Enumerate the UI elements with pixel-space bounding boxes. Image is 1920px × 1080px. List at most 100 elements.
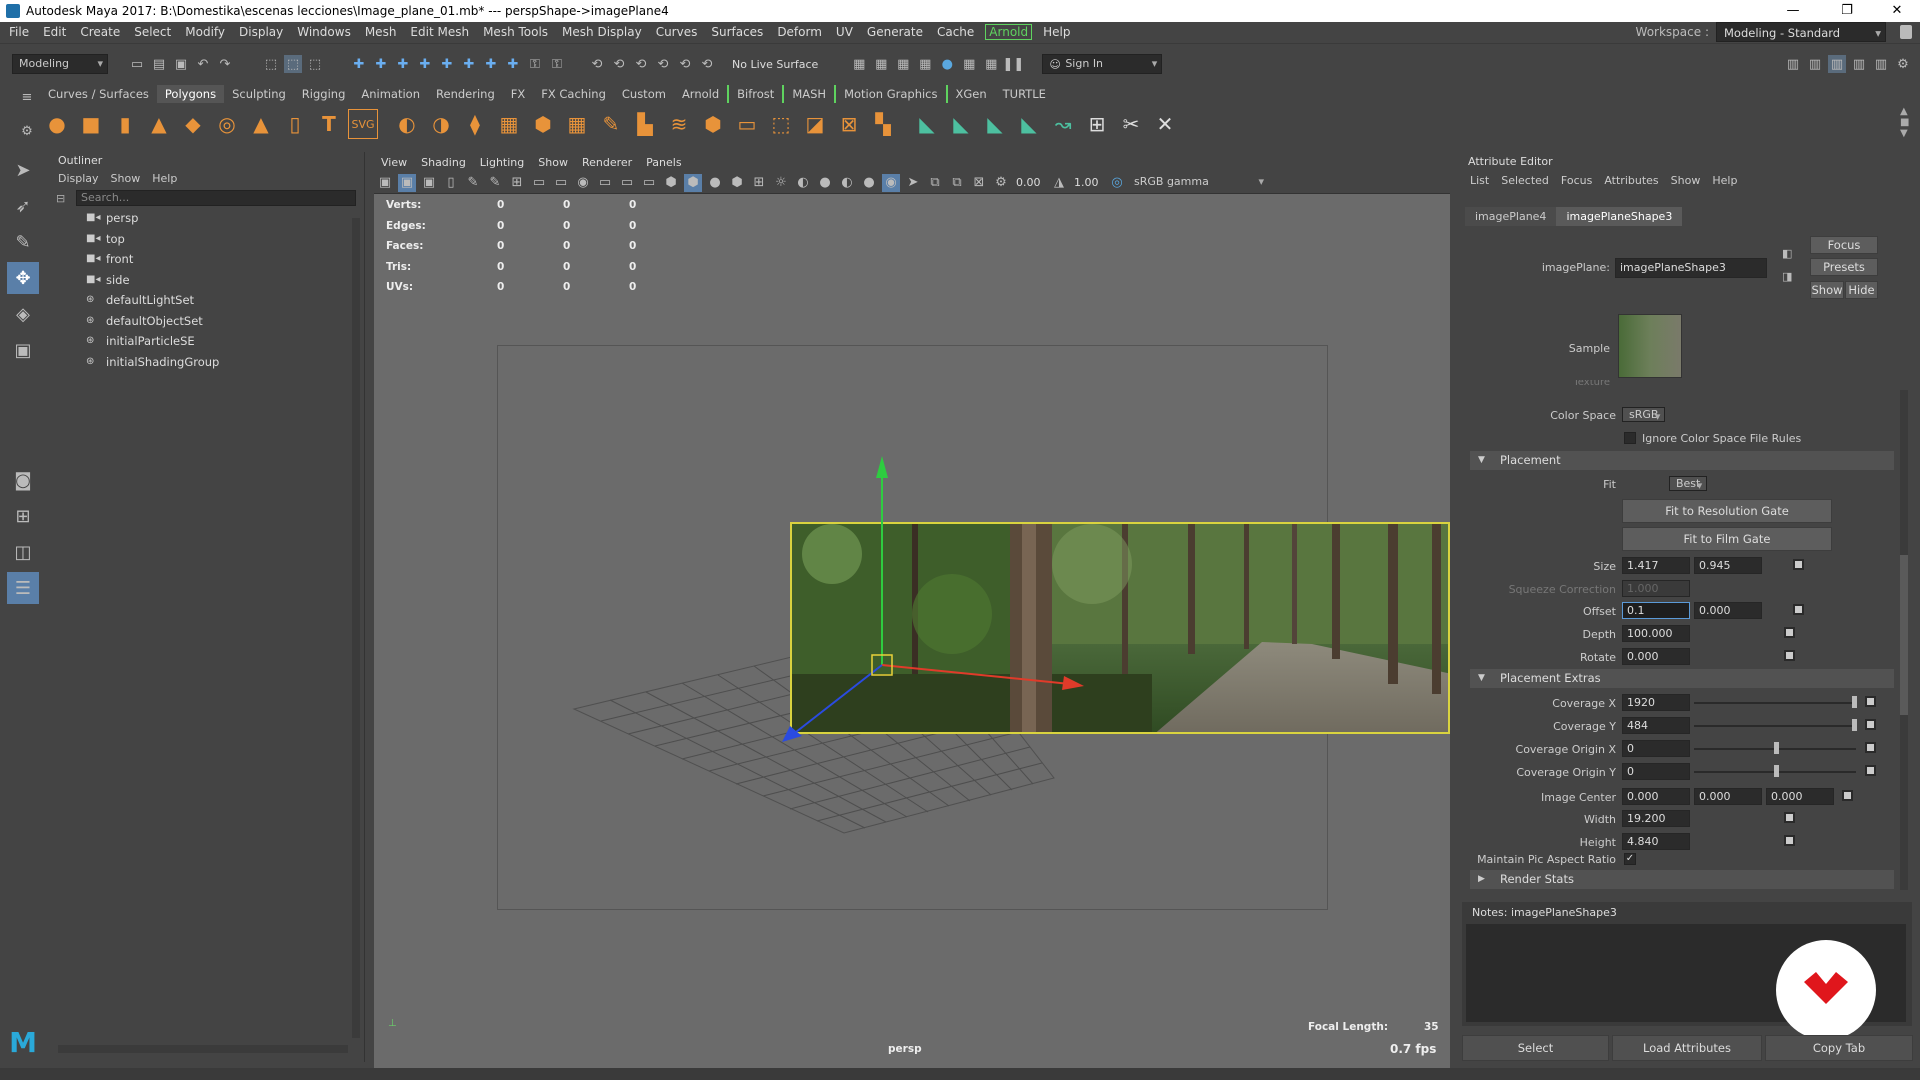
menu-mesh-display[interactable]: Mesh Display [555, 22, 649, 42]
load-attributes-button[interactable]: Load Attributes [1612, 1035, 1762, 1061]
safe-action-icon[interactable]: ▭ [618, 174, 636, 192]
shelf-tab-animation[interactable]: Animation [353, 85, 428, 103]
checker-icon[interactable]: ⊞ [1082, 109, 1112, 139]
magnet-icon[interactable]: ⟲ [676, 55, 694, 73]
safe-title-icon[interactable]: ▭ [640, 174, 658, 192]
menu-arnold[interactable]: Arnold [985, 24, 1033, 40]
gate-mask-icon[interactable]: ◉ [574, 174, 592, 192]
shelf-settings-icon[interactable]: ⚙ [18, 122, 36, 140]
coverage-origin-x-field[interactable]: 0 [1622, 740, 1690, 757]
attr-menu-attributes[interactable]: Attributes [1598, 174, 1664, 187]
new-scene-icon[interactable]: ▭ [128, 55, 146, 73]
wireframe-icon[interactable]: ⬢ [662, 174, 680, 192]
attr-menu-focus[interactable]: Focus [1555, 174, 1598, 187]
shelf-tab-fx[interactable]: FX [503, 85, 534, 103]
snap-grid-icon[interactable]: ✚ [350, 55, 368, 73]
smooth-shade-icon[interactable]: ⬢ [684, 173, 702, 192]
select-hierarchy-icon[interactable]: ⬚ [262, 55, 280, 73]
symmetry-icon[interactable]: ⚿ [548, 55, 566, 73]
copy-node-icon[interactable]: ◨ [1782, 270, 1792, 283]
gamma-icon[interactable]: ◮ [1050, 174, 1068, 192]
coverage-origin-y-knob[interactable] [1774, 765, 1779, 777]
coverage-origin-y-field[interactable]: 0 [1622, 763, 1690, 780]
rotate-tool-icon[interactable]: ◈ [7, 298, 39, 330]
exposure-field[interactable]: 0.00 [1016, 176, 1044, 189]
color-management-icon[interactable]: ◎ [1108, 174, 1126, 192]
menu-display[interactable]: Display [232, 22, 290, 42]
image-center-z-field[interactable]: 0.000 [1766, 788, 1834, 805]
placement-section[interactable]: Placement [1470, 451, 1894, 470]
maximize-button[interactable]: ❐ [1824, 0, 1870, 22]
shelf-tab-xgen[interactable]: XGen [948, 85, 995, 103]
size-x-field[interactable]: 1.417 [1622, 557, 1690, 574]
bridge-icon[interactable]: ▦ [562, 109, 592, 139]
node-name-field[interactable]: imagePlaneShape3 [1615, 258, 1767, 278]
render-stats-section[interactable]: Render Stats [1470, 870, 1894, 889]
sew-uv-icon[interactable]: ✕ [1150, 109, 1180, 139]
focus-button[interactable]: Focus [1810, 236, 1878, 254]
coverage-origin-y-map-icon[interactable] [1865, 765, 1876, 776]
poly-pyramid-icon[interactable]: ▲ [246, 109, 276, 139]
coverage-x-field[interactable]: 1920 [1622, 694, 1690, 711]
outliner-item-initialparticlese[interactable]: ⊛ initialParticleSE [50, 331, 364, 352]
merge-icon[interactable]: ◪ [800, 109, 830, 139]
twod-pan-icon[interactable]: ✎ [464, 174, 482, 192]
shelf-scroll-icon[interactable]: ▲ ■ ▼ [1900, 106, 1909, 139]
bevel-icon[interactable]: ⬢ [528, 109, 558, 139]
construction-history-icon[interactable]: ⟲ [632, 55, 650, 73]
outliner-vscrollbar[interactable] [352, 218, 360, 1038]
rotate-history-icon[interactable]: ⟲ [698, 55, 716, 73]
attr-scroll-thumb[interactable] [1900, 555, 1908, 715]
menu-cache[interactable]: Cache [930, 22, 981, 42]
menu-create[interactable]: Create [73, 22, 127, 42]
shelf-tab-polygons[interactable]: Polygons [156, 85, 225, 103]
image-plane-icon[interactable]: ▯ [442, 174, 460, 192]
close-button[interactable]: ✕ [1874, 0, 1920, 22]
poly-plane-icon[interactable]: ◆ [178, 109, 208, 139]
fit-dropdown[interactable]: Best [1668, 476, 1708, 491]
offset-edge-icon[interactable]: ⬚ [766, 109, 796, 139]
offset-x-field[interactable]: 0.1 [1622, 602, 1690, 619]
shelf-tab-fx-caching[interactable]: FX Caching [533, 85, 614, 103]
size-map-icon[interactable] [1793, 559, 1804, 570]
isolate-select-icon[interactable]: ◉ [882, 173, 900, 192]
shelf-tab-curves-surfaces[interactable]: Curves / Surfaces [40, 85, 157, 103]
mirror-icon[interactable]: ⧫ [460, 109, 490, 139]
vp-menu-panels[interactable]: Panels [639, 153, 688, 172]
menu-select[interactable]: Select [127, 22, 178, 42]
snap-curve-icon[interactable]: ✚ [372, 55, 390, 73]
auto-uv-icon[interactable]: ◣ [1014, 109, 1044, 139]
undo-icon[interactable]: ↶ [194, 55, 212, 73]
workspace-dropdown[interactable]: Modeling - Standard [1716, 22, 1886, 43]
depth-map-icon[interactable] [1784, 627, 1795, 638]
pause-icon[interactable]: ❚❚ [1002, 55, 1024, 73]
vp-menu-shading[interactable]: Shading [414, 153, 473, 172]
tool-settings-toggle-icon[interactable]: ⚙ [1894, 55, 1912, 73]
height-field[interactable]: 4.840 [1622, 833, 1690, 850]
layout-two-icon[interactable]: ▥ [1828, 55, 1846, 73]
multi-cut-icon[interactable]: ✎ [596, 109, 626, 139]
vp-menu-show[interactable]: Show [531, 153, 575, 172]
select-object-icon[interactable]: ⬚ [284, 55, 302, 73]
move-manipulator[interactable] [780, 450, 1100, 750]
hide-button[interactable]: Hide [1845, 281, 1878, 299]
snap-face-icon[interactable]: ✚ [504, 55, 522, 73]
outliner-item-persp[interactable]: ■◂ persp [50, 208, 364, 229]
filter-icon[interactable]: ⊟ [56, 192, 65, 205]
show-button[interactable]: Show [1810, 281, 1844, 299]
resolution-gate-icon[interactable]: ▭ [552, 174, 570, 192]
menu-modify[interactable]: Modify [178, 22, 232, 42]
outliner-item-front[interactable]: ■◂ front [50, 249, 364, 270]
svg-icon[interactable]: SVG [348, 109, 378, 139]
attr-tab-imageplane4[interactable]: imagePlane4 [1465, 207, 1557, 226]
snap-point-icon[interactable]: ✚ [394, 55, 412, 73]
shelf-tab-custom[interactable]: Custom [614, 85, 674, 103]
textured-icon[interactable]: ⬢ [728, 174, 746, 192]
ipr-render-icon[interactable]: ▦ [894, 55, 912, 73]
smooth-icon[interactable]: ▦ [494, 109, 524, 139]
xray-icon[interactable]: ➤ [904, 174, 922, 192]
poly-cube-icon[interactable]: ■ [76, 109, 106, 139]
x-axis-handle[interactable] [881, 664, 1071, 685]
channel-box-toggle-icon[interactable]: ▥ [1872, 55, 1890, 73]
collapse-icon[interactable]: ▚ [868, 109, 898, 139]
